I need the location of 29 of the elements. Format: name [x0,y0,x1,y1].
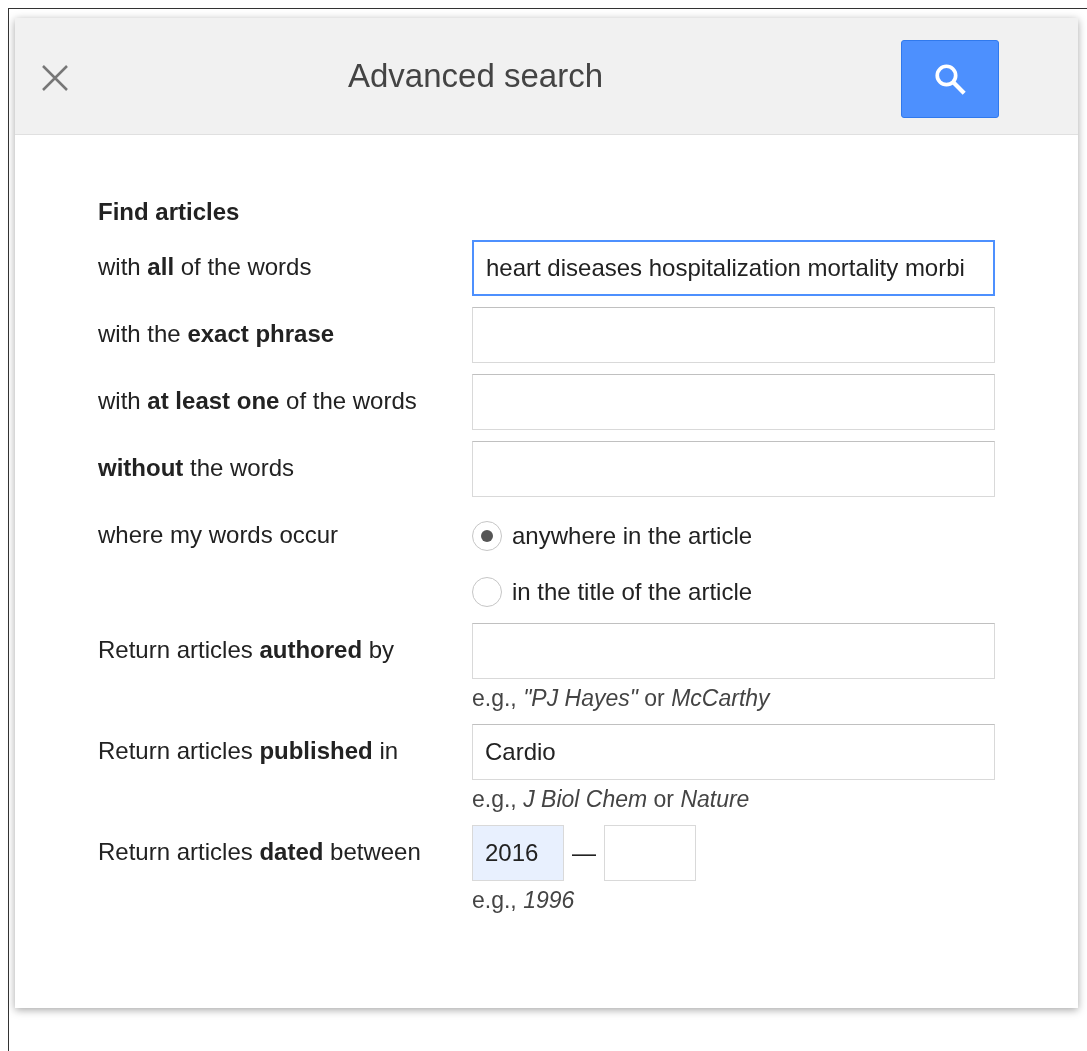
field-label: Return articles published in [98,736,400,766]
field-label: with all of the words [98,252,313,282]
input-field[interactable] [472,307,995,363]
field-label: with the exact phrase [98,319,336,349]
input-field[interactable] [472,441,995,497]
close-icon[interactable] [41,64,69,92]
search-button[interactable] [901,40,999,118]
field-label: without the words [98,453,296,483]
field-label: where my words occur [98,520,340,550]
dialog-title: Advanced search [348,56,603,96]
radio-label[interactable]: in the title of the article [512,574,753,610]
search-icon [933,62,967,96]
radio-label[interactable]: anywhere in the article [512,518,753,554]
range-dash: — [572,838,596,868]
field-label: Return articles dated between [98,837,422,867]
radio-button[interactable] [472,521,502,551]
year-from-field[interactable]: 2016 [472,825,564,881]
example-hint: e.g., "PJ Hayes" or McCarthy [472,684,772,713]
input-field[interactable]: heart diseases hospitalization mortality morbi [472,240,995,296]
input-field[interactable] [472,623,995,679]
section-title: Find articles [98,197,241,227]
input-field[interactable]: Cardio [472,724,995,780]
example-hint: e.g., J Biol Chem or Nature [472,785,751,814]
field-label: Return articles authored by [98,635,396,665]
year-to-field[interactable] [604,825,696,881]
field-label: with at least one of the words [98,386,418,416]
input-field[interactable] [472,374,995,430]
radio-button[interactable] [472,577,502,607]
example-hint: e.g., 1996 [472,886,576,915]
